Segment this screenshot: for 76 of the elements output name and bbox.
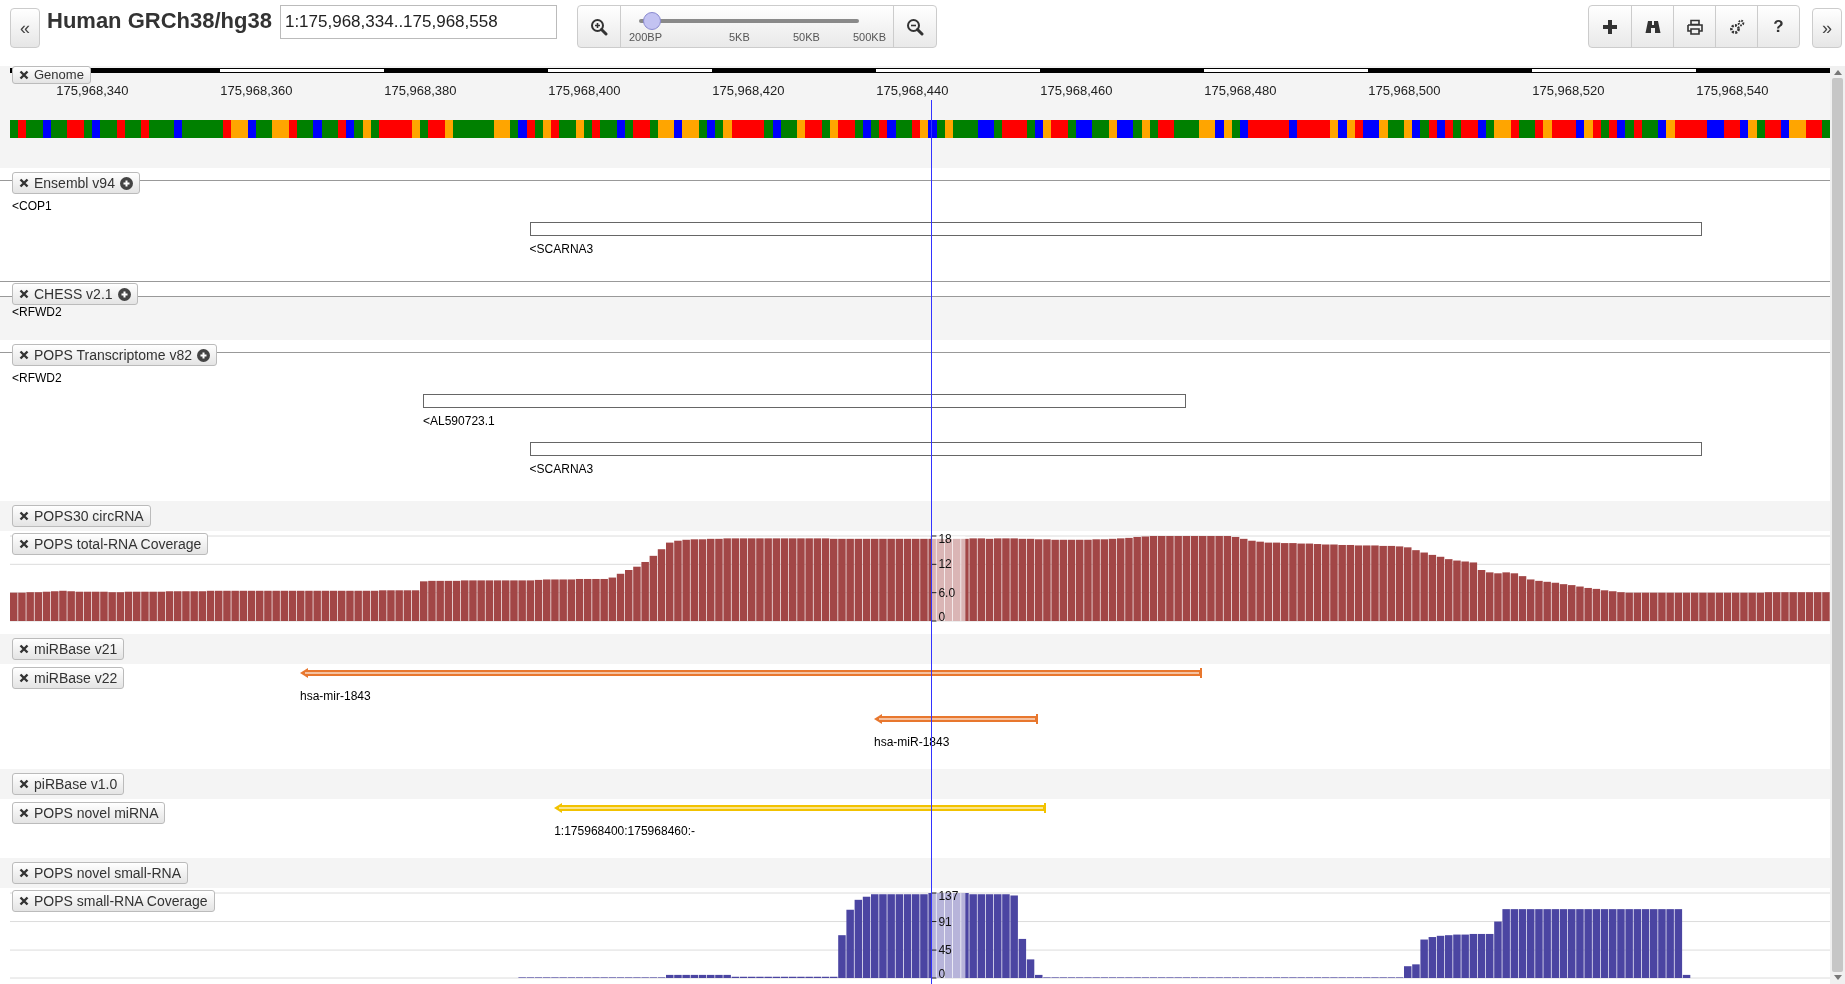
printer-icon — [1686, 18, 1703, 35]
close-icon[interactable] — [19, 289, 29, 299]
add-circle-icon[interactable] — [196, 348, 210, 362]
close-icon[interactable] — [19, 70, 29, 80]
ruler-label: 175,968,340 — [56, 83, 129, 98]
feature-label: hsa-mir-1843 — [300, 689, 371, 703]
close-icon[interactable] — [19, 779, 29, 789]
close-icon[interactable] — [19, 178, 29, 188]
track-label[interactable]: POPS Transcriptome v82 — [12, 344, 217, 366]
add-circle-icon[interactable] — [117, 287, 131, 301]
help-button[interactable]: ? — [1757, 6, 1799, 47]
ruler-label: 175,968,500 — [1368, 83, 1441, 98]
feature-label: <AL590723.1 — [423, 414, 495, 428]
ruler-label: 175,968,360 — [220, 83, 293, 98]
ruler-label: 175,968,480 — [1204, 83, 1277, 98]
close-icon[interactable] — [19, 673, 29, 683]
gene-feature[interactable] — [529, 442, 1703, 456]
binoculars-icon — [1644, 18, 1661, 35]
feature-label: <SCARNA3 — [529, 462, 594, 476]
ruler-label: 175,968,380 — [384, 83, 457, 98]
zoom-scale-label: 50KB — [792, 31, 820, 43]
slider-thumb[interactable] — [643, 12, 662, 30]
axis-label: 91 — [938, 914, 952, 929]
axis-label: 0 — [938, 610, 946, 623]
feature-label: <SCARNA3 — [529, 242, 594, 256]
track-label[interactable]: POPS small-RNA Coverage — [12, 890, 215, 912]
zoom-out-icon — [905, 17, 924, 36]
gene-feature[interactable] — [529, 222, 1703, 236]
axis-label: 45 — [938, 943, 952, 958]
add-circle-icon[interactable] — [119, 176, 133, 190]
track-label[interactable]: miRBase v22 — [12, 667, 125, 689]
track-label[interactable]: piRBase v1.0 — [12, 773, 125, 795]
zoom-scale-label: 200BP — [628, 31, 662, 43]
ruler-label: 175,968,540 — [1696, 83, 1769, 98]
track-label[interactable]: POPS novel small-RNA — [12, 862, 189, 884]
ruler-label: 175,968,460 — [1040, 83, 1113, 98]
track-label[interactable]: POPS30 circRNA — [12, 505, 151, 527]
axis-label: 12 — [938, 557, 952, 572]
feature-arrow[interactable] — [300, 668, 1202, 678]
track-label[interactable]: Ensembl v94 — [12, 172, 140, 194]
location-field[interactable]: 1:175,968,334..175,968,558 — [279, 5, 557, 39]
close-icon[interactable] — [19, 808, 29, 818]
ruler-label: 175,968,440 — [876, 83, 949, 98]
feature-arrow[interactable] — [874, 714, 1038, 724]
ruler-label: 175,968,420 — [712, 83, 785, 98]
ruler-label: 175,968,520 — [1532, 83, 1605, 98]
plus-icon — [1602, 18, 1618, 35]
track-label[interactable]: CHESS v2.1 — [12, 283, 138, 305]
track-label[interactable]: miRBase v21 — [12, 638, 125, 660]
genome-title: Human GRCh38/hg38 — [47, 8, 272, 34]
zoom-scale-label: 500KB — [852, 31, 886, 43]
axis-label: 0 — [938, 967, 946, 980]
gene-feature[interactable] — [423, 394, 1186, 408]
feature-label: <COP1 — [12, 199, 52, 213]
close-icon[interactable] — [19, 350, 29, 360]
track-label[interactable]: Genome — [12, 66, 91, 84]
scroll-right-button[interactable]: » — [1812, 8, 1842, 48]
feature-label: 1:175968400:175968460:- — [554, 824, 695, 838]
close-icon[interactable] — [19, 511, 29, 521]
ruler-label: 175,968,400 — [548, 83, 621, 98]
feature-label: <RFWD2 — [12, 371, 62, 385]
axis-label: 137 — [938, 890, 959, 903]
track-label[interactable]: POPS novel miRNA — [12, 802, 166, 824]
zoom-scale-label: 5KB — [728, 31, 750, 43]
axis-label: 18 — [938, 533, 952, 546]
feature-label: <RFWD2 — [12, 305, 62, 319]
zoom-in-icon — [589, 17, 608, 36]
close-icon[interactable] — [19, 644, 29, 654]
scrollbar[interactable] — [1830, 66, 1845, 984]
scroll-left-button[interactable]: « — [10, 8, 40, 48]
axis-label: 6.0 — [938, 585, 956, 600]
gears-icon — [1728, 18, 1745, 35]
track-label[interactable]: POPS total-RNA Coverage — [12, 533, 209, 555]
close-icon[interactable] — [19, 868, 29, 878]
close-icon[interactable] — [19, 896, 29, 906]
close-icon[interactable] — [19, 539, 29, 549]
